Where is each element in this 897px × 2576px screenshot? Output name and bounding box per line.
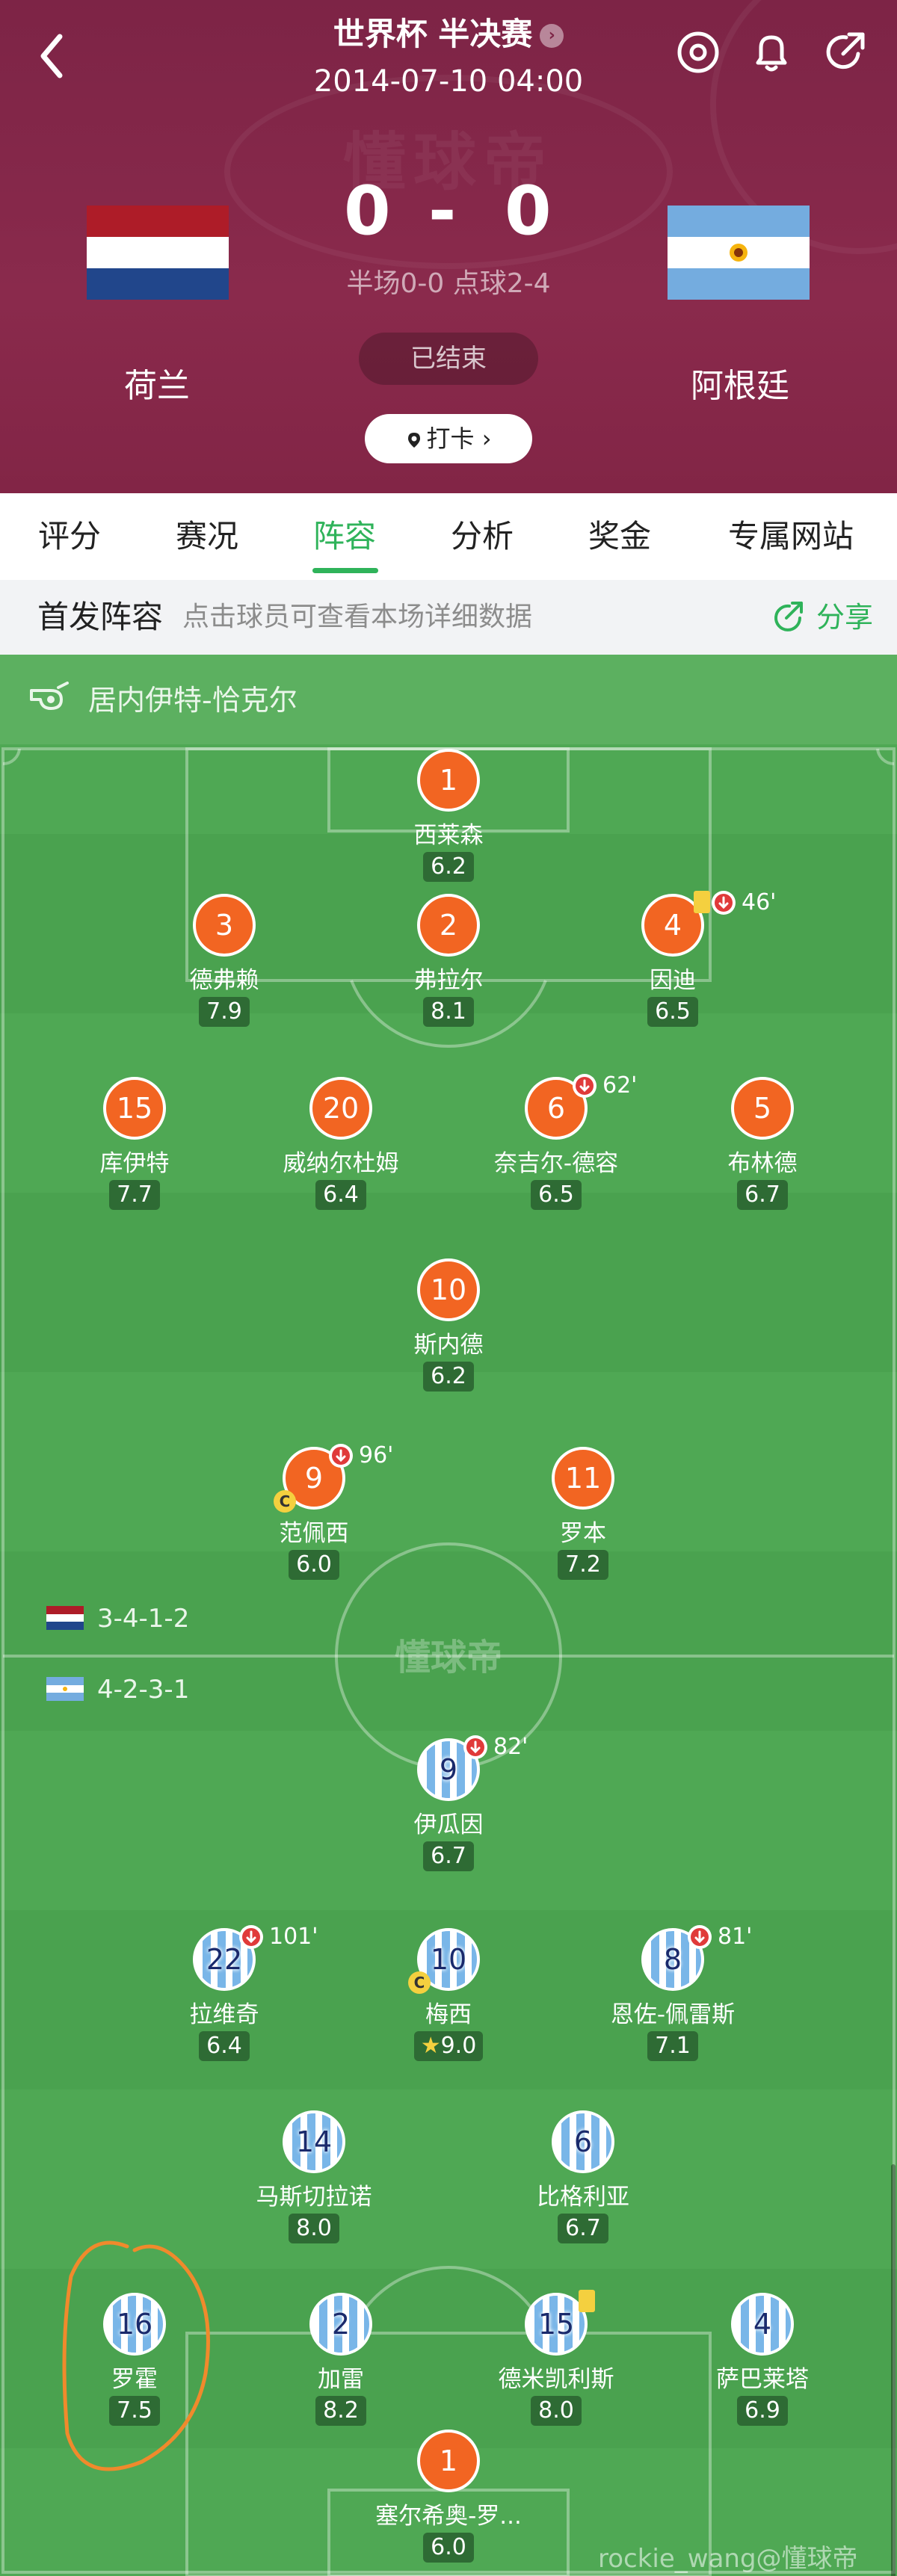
lineup-title: 首发阵容 bbox=[37, 599, 164, 635]
chevron-right-icon: › bbox=[540, 24, 564, 48]
score-detail: 半场0-0 点球2-4 bbox=[346, 268, 551, 299]
lineup-header: 首发阵容 点击球员可查看本场详细数据 分享 bbox=[0, 580, 897, 655]
tab-official-site[interactable]: 专属网站 bbox=[709, 493, 873, 580]
tab-live[interactable]: 赛况 bbox=[158, 493, 256, 580]
scrollbar[interactable] bbox=[891, 2164, 896, 2576]
footer-watermark: rockie_wang@懂球帝 bbox=[598, 2544, 858, 2574]
match-header: 懂球帝 世界杯 半决赛 › 2014-07-10 04:00 0 - 0 半场0-… bbox=[0, 0, 897, 493]
target-icon[interactable] bbox=[674, 28, 722, 76]
tab-bonus[interactable]: 奖金 bbox=[571, 493, 668, 580]
share-label: 分享 bbox=[816, 601, 873, 634]
share-arrow-icon[interactable] bbox=[821, 28, 869, 76]
lineup-hint: 点击球员可查看本场详细数据 bbox=[182, 602, 533, 632]
pitch: 居内伊特-恰克尔 懂球帝 3-4-1-2 4-2-3-1 1 西莱森 6.2 3… bbox=[0, 655, 897, 2576]
checkin-label: 打卡 bbox=[426, 424, 475, 453]
checkin-button[interactable]: 打卡 › bbox=[365, 414, 532, 463]
tab-ratings[interactable]: 评分 bbox=[21, 493, 118, 580]
chevron-right-icon: › bbox=[474, 424, 492, 453]
share-icon bbox=[774, 602, 803, 631]
tab-analysis[interactable]: 分析 bbox=[434, 493, 531, 580]
away-score: 0 bbox=[505, 172, 552, 250]
away-team-name[interactable]: 阿根廷 bbox=[628, 359, 852, 407]
location-pin-icon bbox=[407, 433, 420, 448]
score-separator: - bbox=[428, 172, 457, 250]
home-score: 0 bbox=[344, 172, 391, 250]
match-status-badge: 已结束 bbox=[359, 333, 538, 385]
share-button[interactable]: 分享 bbox=[770, 580, 873, 655]
active-tab-indicator bbox=[312, 568, 378, 573]
competition-title-text: 世界杯 半决赛 bbox=[333, 16, 533, 52]
home-team-name[interactable]: 荷兰 bbox=[45, 359, 269, 407]
hand-drawn-circle-annotation bbox=[62, 2240, 210, 2471]
tab-lineup[interactable]: 阵容 bbox=[296, 493, 393, 580]
tab-bar: 评分 赛况 阵容 分析 奖金 专属网站 bbox=[0, 493, 897, 580]
bell-icon[interactable] bbox=[748, 28, 795, 76]
